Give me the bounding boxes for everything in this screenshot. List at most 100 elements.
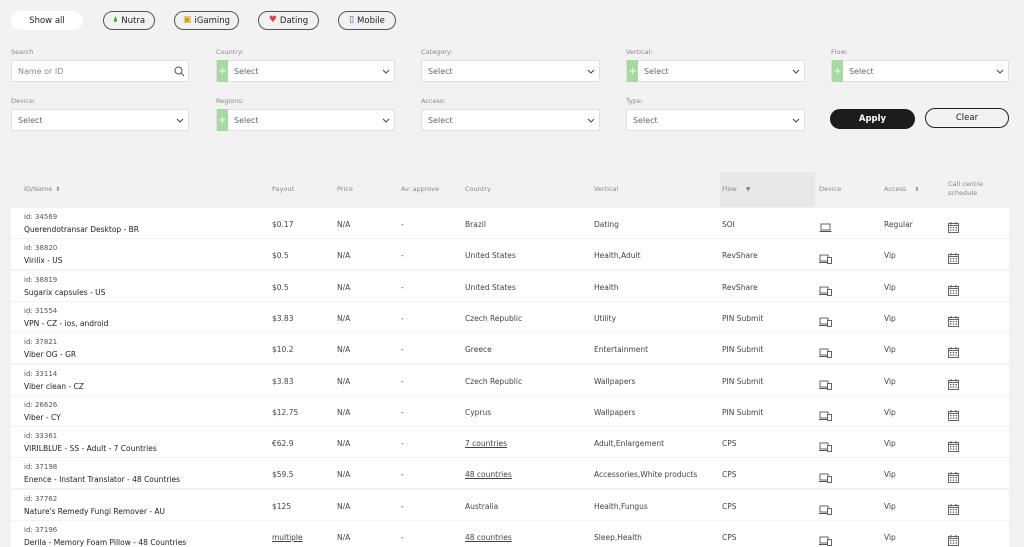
price-value: N/A [337,220,351,229]
search-icon[interactable] [170,66,188,77]
table-row[interactable]: id: 38819 Sugarix capsules - US $0.5 N/A - Un… [11,270,1009,301]
table-row[interactable]: id: 38820 Virilix - US $0.5 N/A - United Stat… [11,239,1009,270]
approve-value: - [401,220,404,229]
calendar-icon[interactable] [948,281,959,300]
country-value: Czech Republic [465,313,523,323]
offer-name[interactable]: Viber clean - CZ [24,382,84,391]
table-row[interactable]: id: 37198 Enence - Instant Translator - 4… [11,458,1009,489]
add-icon[interactable]: + [832,60,843,82]
search-label: Search [11,48,34,56]
price-value: N/A [337,439,351,449]
vertical-select-value: Select [644,66,669,76]
calendar-icon[interactable] [948,468,959,487]
offer-name[interactable]: Enence - Instant Translator - 48 Countri… [24,475,180,484]
payout-value: $10.2 [272,345,294,355]
search-field [11,60,189,82]
country-value[interactable]: 48 countries [465,470,512,479]
payout-value[interactable]: multiple [272,533,303,542]
offer-id: id: 37198 [24,463,58,472]
calendar-icon[interactable] [948,406,959,425]
add-icon[interactable]: + [217,109,228,131]
mobile-icon: ▯ [349,15,355,25]
country-select-value: Select [234,66,259,76]
table-row[interactable]: id: 34569 Querendotransar Desktop - BR $0.… [11,208,1009,238]
approve-value: - [401,251,404,261]
table-row[interactable]: id: 37762 Nature's Remedy Fungi Remover -… [11,489,1009,520]
search-input[interactable] [12,66,170,76]
access-value: Vip [884,439,896,449]
offer-name[interactable]: VIRILBLUE - SS - Adult - 7 Countries [24,444,157,453]
access-value: Vip [884,313,896,323]
flow-value: RevShare [722,251,758,261]
add-icon[interactable]: + [217,60,228,82]
header-access[interactable]: Access ⬍ [884,185,919,193]
multi-device-icon [819,249,832,268]
calendar-icon[interactable] [948,343,959,362]
access-select[interactable]: Select [421,109,600,131]
device-select[interactable]: Select [11,109,189,131]
calendar-icon[interactable] [948,312,959,331]
chip-nutra[interactable]: 🌢 Nutra [103,11,155,30]
calendar-icon[interactable] [948,218,959,237]
country-value: United States [465,282,516,292]
apply-button[interactable]: Apply [830,109,915,129]
country-value: Greece [465,345,492,355]
country-value: Brazil [465,220,486,229]
chip-show-all[interactable]: Show all [11,11,83,30]
table-row[interactable]: id: 37196 Derila - Memory Foam Pillow - 4… [11,521,1009,547]
offer-name[interactable]: VPN - CZ - ios, android [24,319,108,328]
access-value: Vip [884,282,896,292]
type-select[interactable]: Select [626,109,805,131]
header-flow[interactable]: Flow ▼ [722,185,750,193]
offer-name[interactable]: Viber OG - GR [24,350,76,359]
flow-value: CPS [722,439,737,449]
table-row[interactable]: id: 31554 VPN - CZ - ios, android $3.83 N/A… [11,301,1009,332]
offer-name[interactable]: Derila - Memory Foam Pillow - 48 Countri… [24,538,186,547]
country-value[interactable]: 7 countries [465,439,507,448]
offer-name[interactable]: Viber - CY [24,413,61,422]
offer-name[interactable]: Nature's Remedy Fungi Remover - AU [24,507,165,516]
chip-igaming[interactable]: ▣ iGaming [174,11,239,30]
country-select[interactable]: + Select [216,60,395,82]
offer-name[interactable]: Querendotransar Desktop - BR [24,225,139,234]
chip-label: Show all [29,15,65,26]
regions-select[interactable]: + Select [216,109,395,131]
flow-value: CPS [722,470,737,480]
clear-button[interactable]: Clear [925,108,1009,128]
table-header: ID/Name ⬍ Payout Price Av. approve Countr… [11,172,1009,207]
flow-value: PIN Submit [722,313,764,323]
offer-id: id: 31554 [24,306,58,315]
table-row[interactable]: id: 33114 Viber clean - CZ $3.83 N/A - Czech … [11,364,1009,395]
chip-mobile[interactable]: ▯ Mobile [338,11,396,30]
multi-device-icon [819,281,832,300]
flow-select[interactable]: + Select [831,60,1009,82]
price-value: N/A [337,313,351,323]
calendar-icon[interactable] [948,249,959,268]
chip-dating[interactable]: ♥ Dating [258,11,319,30]
country-value: Cyprus [465,407,492,417]
calendar-icon[interactable] [948,500,959,519]
calendar-icon[interactable] [948,531,959,547]
calendar-icon[interactable] [948,437,959,456]
add-icon[interactable]: + [627,60,638,82]
table-row[interactable]: id: 26626 Viber - CY $12.75 N/A - Cyprus Wallp… [11,395,1009,426]
price-value: N/A [337,345,351,355]
header-id-name[interactable]: ID/Name ⬍ [24,185,60,193]
calendar-icon[interactable] [948,375,959,394]
offer-id: id: 33361 [24,432,58,441]
category-select[interactable]: Select [421,60,600,82]
table-row[interactable]: id: 37821 Viber OG - GR $10.2 N/A - Greece Ent… [11,333,1009,364]
vertical-value: Dating [594,220,619,229]
device-label: Device: [11,97,36,105]
offer-name[interactable]: Virilix - US [24,256,63,265]
header-label: Access [884,185,907,193]
multi-device-icon [819,375,832,394]
category-select-value: Select [428,66,453,76]
table-row[interactable]: id: 33361 VIRILBLUE - SS - Adult - 7 Coun… [11,427,1009,458]
igaming-icon: ▣ [182,15,192,25]
vertical-select[interactable]: + Select [626,60,805,82]
country-value: Australia [465,501,499,511]
offer-name[interactable]: Sugarix capsules - US [24,288,105,297]
country-value[interactable]: 48 countries [465,533,512,542]
chevron-down-icon [172,118,188,123]
